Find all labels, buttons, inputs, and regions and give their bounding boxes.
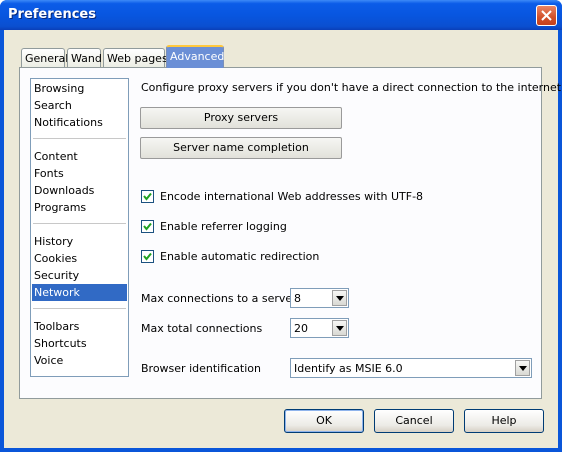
proxy-servers-button[interactable]: Proxy servers (140, 107, 342, 129)
browser-identification-value: Identify as MSIE 6.0 (294, 362, 403, 375)
sidebar-divider (33, 223, 126, 224)
sidebar-item-cookies[interactable]: Cookies (32, 250, 127, 267)
max-total-connections-value: 20 (294, 322, 308, 335)
preferences-window: Preferences General Wand Web pages Advan… (0, 0, 562, 452)
tab-general-label: General (25, 52, 69, 65)
tab-web-pages[interactable]: Web pages (103, 48, 168, 67)
chevron-down-icon (519, 366, 527, 371)
sidebar-item-browsing[interactable]: Browsing (32, 80, 127, 97)
dropdown-button[interactable] (332, 320, 347, 336)
tab-advanced-label: Advanced (170, 50, 225, 63)
auto-redirection-label: Enable automatic redirection (160, 250, 320, 263)
sidebar-item-history[interactable]: History (32, 233, 127, 250)
sidebar-item-notifications[interactable]: Notifications (32, 114, 127, 131)
max-total-connections-label: Max total connections (141, 322, 263, 335)
browser-identification-select[interactable]: Identify as MSIE 6.0 (290, 358, 532, 378)
sidebar-item-voice[interactable]: Voice (32, 352, 127, 369)
cancel-button[interactable]: Cancel (374, 409, 454, 433)
tab-general[interactable]: General (21, 48, 69, 67)
chevron-down-icon (336, 296, 344, 301)
dropdown-button[interactable] (332, 290, 347, 306)
sidebar-item-toolbars[interactable]: Toolbars (32, 318, 127, 335)
referrer-logging-checkbox[interactable] (141, 220, 154, 233)
ok-button[interactable]: OK (284, 409, 364, 433)
utf8-label: Encode international Web addresses with … (160, 190, 424, 203)
referrer-logging-label: Enable referrer logging (160, 220, 287, 233)
sidebar-item-programs[interactable]: Programs (32, 199, 127, 216)
proxy-intro-text: Configure proxy servers if you don't hav… (141, 81, 562, 94)
sidebar-item-security[interactable]: Security (32, 267, 127, 284)
window-title: Preferences (8, 7, 96, 22)
utf8-checkbox[interactable] (141, 190, 154, 203)
browser-identification-label: Browser identification (141, 362, 262, 375)
sidebar-item-shortcuts[interactable]: Shortcuts (32, 335, 127, 352)
help-button[interactable]: Help (464, 409, 544, 433)
max-connections-server-label: Max connections to a server (141, 292, 297, 305)
sidebar-list[interactable]: Browsing Search Notifications Content Fo… (30, 78, 129, 377)
title-bar[interactable]: Preferences (0, 0, 562, 30)
sidebar-item-network[interactable]: Network (32, 284, 127, 301)
tab-advanced[interactable]: Advanced (166, 45, 224, 68)
checkmark-icon (143, 252, 152, 261)
sidebar-item-fonts[interactable]: Fonts (32, 165, 127, 182)
sidebar-item-search[interactable]: Search (32, 97, 127, 114)
sidebar-divider (33, 308, 126, 309)
checkmark-icon (143, 222, 152, 231)
max-connections-server-value: 8 (294, 292, 301, 305)
max-total-connections-select[interactable]: 20 (290, 318, 349, 338)
tab-panel: Browsing Search Notifications Content Fo… (19, 67, 561, 399)
max-connections-server-select[interactable]: 8 (290, 288, 349, 308)
close-button[interactable] (536, 5, 557, 26)
tab-wand-label: Wand (71, 52, 102, 65)
checkmark-icon (143, 192, 152, 201)
chevron-down-icon (336, 326, 344, 331)
tab-wand[interactable]: Wand (67, 48, 102, 67)
sidebar-item-content[interactable]: Content (32, 148, 127, 165)
close-icon (541, 10, 552, 21)
dialog-client: General Wand Web pages Advanced Browsing… (4, 30, 561, 448)
sidebar-item-downloads[interactable]: Downloads (32, 182, 127, 199)
tab-web-pages-label: Web pages (107, 52, 168, 65)
dropdown-button[interactable] (515, 360, 530, 376)
sidebar-divider (33, 138, 126, 139)
server-name-completion-button[interactable]: Server name completion (140, 137, 342, 159)
auto-redirection-checkbox[interactable] (141, 250, 154, 263)
